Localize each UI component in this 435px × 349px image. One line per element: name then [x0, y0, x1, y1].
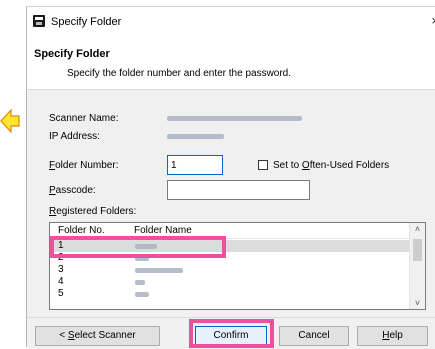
select-scanner-button[interactable]: < Select Scanner	[35, 326, 160, 346]
passcode-input[interactable]	[167, 180, 310, 200]
column-header-folder-no[interactable]: Folder No.	[58, 225, 105, 236]
scanner-name-label: Scanner Name:	[49, 113, 119, 124]
header-title: Specify Folder	[34, 48, 110, 60]
table-row[interactable]: 4	[50, 276, 411, 288]
ip-address-label: IP Address:	[49, 131, 100, 142]
cancel-button[interactable]: Cancel	[279, 326, 349, 346]
specify-folder-dialog: Specify Folder × Specify Folder Specify …	[26, 6, 435, 349]
ip-address-value-redacted	[167, 134, 224, 139]
list-scrollbar[interactable]: ˄ ˅	[409, 223, 425, 309]
table-row[interactable]: 3	[50, 264, 411, 276]
app-icon	[33, 15, 45, 27]
folder-number-label: Folder Number:	[49, 160, 119, 171]
scanner-name-value-redacted	[167, 116, 302, 121]
highlight-selected-row	[50, 236, 226, 258]
header-description: Specify the folder number and enter the …	[67, 68, 292, 79]
often-used-checkbox[interactable]	[258, 160, 268, 170]
help-button[interactable]: Help	[357, 326, 428, 346]
scroll-up-icon[interactable]: ˄	[410, 224, 425, 234]
folder-no-cell: 4	[58, 276, 64, 287]
often-used-label: Set to Often-Used Folders	[273, 160, 390, 171]
scroll-thumb[interactable]	[413, 239, 422, 261]
folder-no-cell: 5	[58, 288, 64, 299]
folder-number-input[interactable]	[167, 155, 223, 175]
scroll-down-icon[interactable]: ˅	[410, 298, 425, 308]
folder-name-redacted	[135, 268, 183, 273]
dialog-header: Specify Folder Specify the folder number…	[27, 37, 435, 90]
folder-name-redacted	[135, 292, 149, 297]
registered-folders-label: Registered Folders:	[49, 206, 137, 217]
title-bar: Specify Folder ×	[27, 7, 435, 37]
close-icon[interactable]: ×	[431, 13, 435, 28]
folder-no-cell: 3	[58, 264, 64, 275]
highlight-confirm-button	[189, 319, 274, 348]
folder-name-redacted	[135, 280, 145, 285]
callout-arrow-icon	[0, 108, 20, 134]
window-title: Specify Folder	[51, 16, 122, 28]
table-row[interactable]: 5	[50, 288, 411, 300]
column-header-folder-name[interactable]: Folder Name	[134, 225, 192, 236]
passcode-label: Passcode:	[49, 185, 96, 196]
